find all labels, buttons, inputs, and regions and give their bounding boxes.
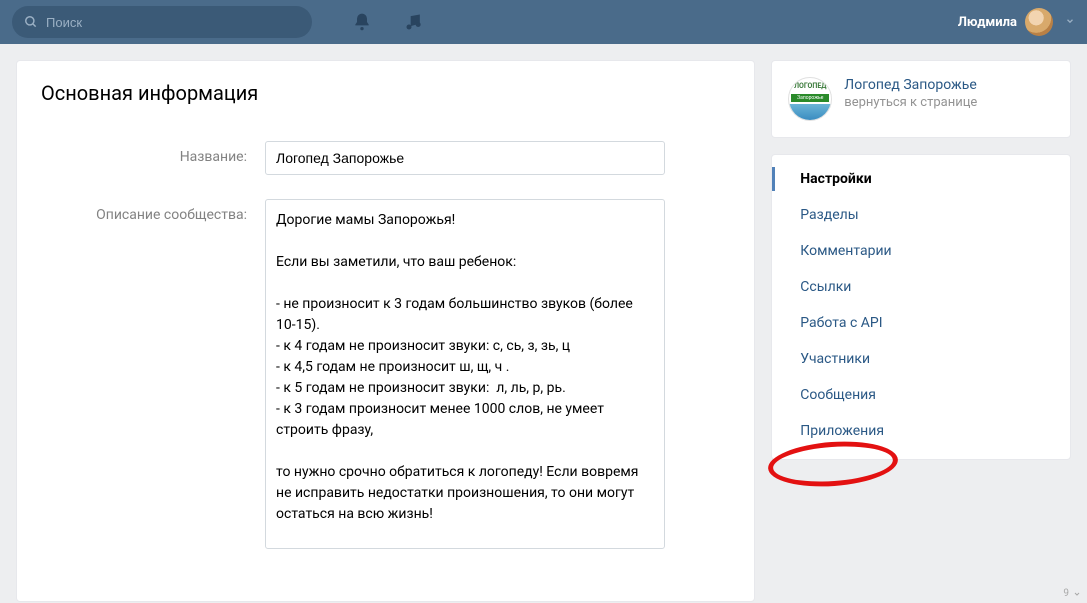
menu-item-7[interactable]: Приложения [772, 413, 1070, 449]
search-box[interactable] [12, 6, 312, 38]
community-logo: ЛОГОПЕД Запорожье [788, 77, 832, 121]
topbar: Людмила [0, 0, 1087, 44]
label-description: Описание сообщества: [41, 199, 265, 553]
menu-item-2[interactable]: Комментарии [772, 233, 1070, 269]
user-menu[interactable]: Людмила [958, 8, 1075, 36]
back-to-page-link[interactable]: вернуться к странице [844, 95, 977, 110]
settings-menu: НастройкиРазделыКомментарииСсылкиРабота … [771, 154, 1071, 460]
description-textarea[interactable] [265, 199, 665, 549]
bell-icon[interactable] [352, 12, 372, 32]
logo-text-top: ЛОГОПЕД [789, 82, 831, 90]
row-name: Название: [41, 141, 730, 175]
chevron-down-icon [1065, 15, 1075, 30]
community-name-link[interactable]: Логопед Запорожье [844, 77, 977, 93]
menu-item-5[interactable]: Участники [772, 341, 1070, 377]
label-name: Название: [41, 141, 265, 175]
menu-item-3[interactable]: Ссылки [772, 269, 1070, 305]
search-icon [24, 15, 38, 29]
scroll-hint-count: 9 [1063, 588, 1069, 599]
avatar [1025, 8, 1053, 36]
search-input[interactable] [46, 15, 300, 30]
main-card: Основная информация Название: Описание с… [16, 60, 755, 602]
top-icons [352, 12, 424, 32]
logo-banner: Запорожье [791, 94, 829, 102]
username-label: Людмила [958, 15, 1017, 30]
menu-item-4[interactable]: Работа с API [772, 305, 1070, 341]
row-description: Описание сообщества: [41, 199, 730, 553]
side-column: ЛОГОПЕД Запорожье Логопед Запорожье верн… [771, 60, 1071, 602]
chevron-down-icon [1073, 590, 1081, 598]
page-body: Основная информация Название: Описание с… [0, 44, 1087, 602]
community-card: ЛОГОПЕД Запорожье Логопед Запорожье верн… [771, 60, 1071, 138]
menu-item-6[interactable]: Сообщения [772, 377, 1070, 413]
menu-item-0[interactable]: Настройки [772, 161, 1070, 197]
music-icon[interactable] [404, 12, 424, 32]
page-title: Основная информация [41, 81, 730, 105]
name-input[interactable] [265, 141, 665, 175]
scroll-hint: 9 [1063, 588, 1081, 599]
menu-item-1[interactable]: Разделы [772, 197, 1070, 233]
